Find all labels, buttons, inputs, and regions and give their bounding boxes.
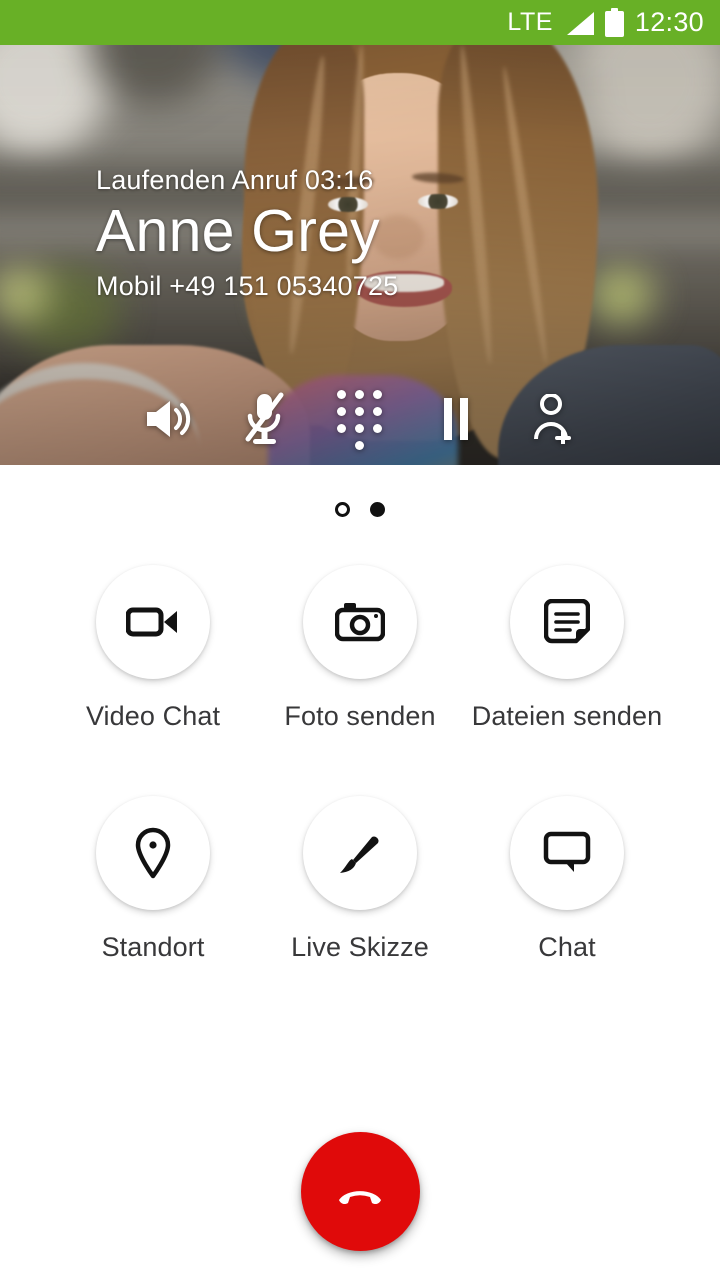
pause-icon[interactable] bbox=[408, 378, 504, 460]
add-person-icon[interactable] bbox=[504, 378, 600, 460]
action-live-sketch[interactable]: Live Skizze bbox=[257, 796, 464, 963]
photo-camera-icon[interactable] bbox=[303, 565, 417, 679]
action-label: Standort bbox=[101, 932, 205, 962]
action-label: Foto senden bbox=[284, 701, 436, 731]
status-bar: LTE 12:30 bbox=[0, 0, 720, 45]
location-pin-icon[interactable] bbox=[96, 796, 210, 910]
network-type-label: LTE bbox=[507, 8, 553, 36]
call-info: Laufenden Anruf 03:16 Anne Grey Mobil +4… bbox=[96, 165, 398, 302]
microphone-muted-icon[interactable] bbox=[216, 378, 312, 460]
action-label: Video Chat bbox=[85, 701, 221, 731]
chat-bubble-icon[interactable] bbox=[510, 796, 624, 910]
battery-full-icon bbox=[604, 8, 624, 37]
action-label: Chat bbox=[538, 932, 596, 962]
action-send-files[interactable]: Dateien senden bbox=[464, 565, 671, 732]
end-call-area bbox=[0, 1132, 720, 1251]
clock-label: 12:30 bbox=[634, 7, 704, 37]
action-send-photo[interactable]: Foto senden bbox=[257, 565, 464, 732]
page-indicator bbox=[0, 502, 720, 517]
action-chat[interactable]: Chat bbox=[464, 796, 671, 963]
end-call-handset-icon bbox=[339, 1190, 381, 1204]
action-row-1: Video Chat Foto senden Dateien senden bbox=[0, 565, 720, 732]
action-label: Dateien senden bbox=[471, 701, 663, 731]
signal-bars-icon bbox=[564, 11, 594, 35]
action-label: Live Skizze bbox=[291, 932, 429, 962]
dialpad-icon[interactable] bbox=[312, 378, 408, 460]
document-icon[interactable] bbox=[510, 565, 624, 679]
page-dot-1[interactable] bbox=[335, 502, 350, 517]
action-row-2: Standort Live Skizze Chat bbox=[0, 796, 720, 963]
action-grid: Video Chat Foto senden Dateien senden St… bbox=[0, 565, 720, 963]
video-camera-icon[interactable] bbox=[96, 565, 210, 679]
speaker-icon[interactable] bbox=[120, 378, 216, 460]
paintbrush-icon[interactable] bbox=[303, 796, 417, 910]
in-call-controls bbox=[0, 378, 720, 460]
call-status-label: Laufenden Anruf 03:16 bbox=[96, 165, 374, 195]
action-video-chat[interactable]: Video Chat bbox=[50, 565, 257, 732]
contact-name-label: Anne Grey bbox=[96, 198, 380, 264]
action-location[interactable]: Standort bbox=[50, 796, 257, 963]
contact-number-label: Mobil +49 151 05340725 bbox=[96, 270, 399, 301]
end-call-button[interactable] bbox=[300, 1132, 420, 1251]
page-dot-2[interactable] bbox=[370, 502, 385, 517]
in-call-screen: LTE 12:30 Laufenden Anruf 03:16 Anne Gre… bbox=[0, 0, 720, 1280]
